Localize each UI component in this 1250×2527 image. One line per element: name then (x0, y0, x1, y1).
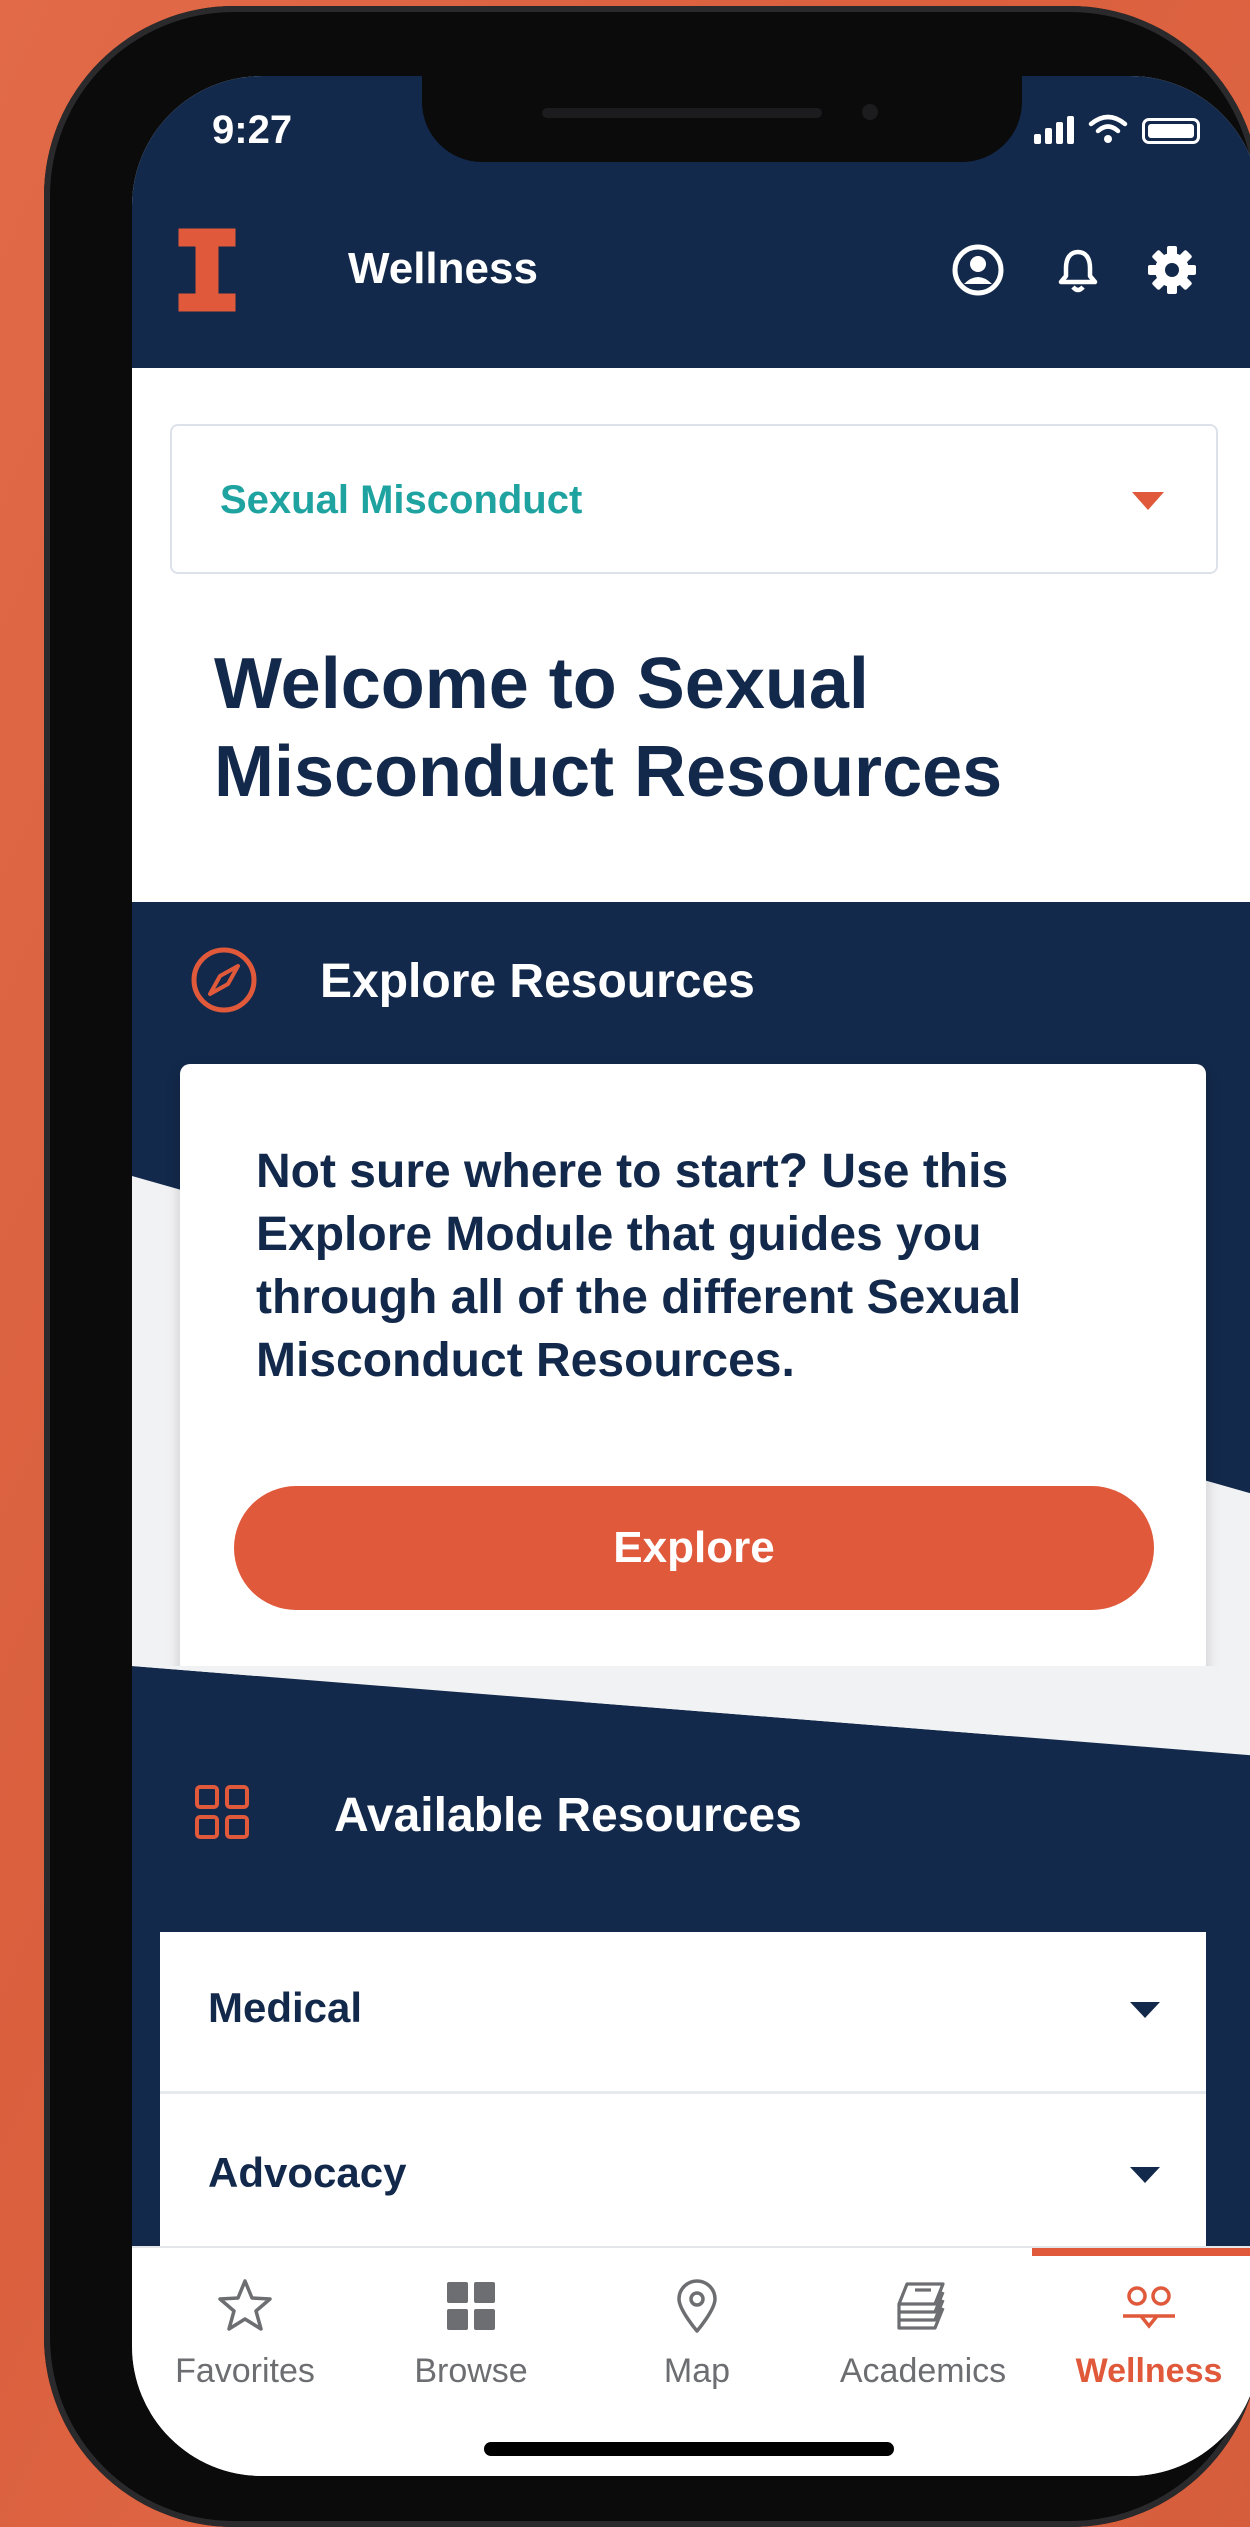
speaker-grille (542, 108, 822, 118)
category-dropdown-value: Sexual Misconduct (220, 478, 583, 522)
section-divider (132, 1666, 1250, 1766)
explore-section-title: Explore Resources (320, 955, 755, 1008)
resource-item-advocacy[interactable]: Advocacy (160, 2097, 1206, 2259)
phone-frame: 9:27 Wellness Sexual Misconduct Welcome … (44, 6, 1250, 2527)
battery-icon (1142, 118, 1200, 144)
people-icon (1123, 2286, 1175, 2329)
compass-icon (191, 947, 257, 1013)
map-pin-icon (677, 2279, 717, 2333)
cell-signal-icon (1034, 114, 1074, 144)
explore-button[interactable]: Explore (234, 1486, 1154, 1610)
tab-label: Map (663, 2352, 731, 2390)
tab-favorites[interactable]: Favorites (132, 2248, 358, 2476)
tab-label: Academics (839, 2352, 1007, 2390)
caret-down-icon (1130, 2167, 1160, 2183)
caret-down-icon (1132, 492, 1164, 510)
explore-description: Not sure where to start? Use this Explor… (256, 1145, 1022, 1387)
illinois-logo-icon (175, 225, 239, 315)
resource-item-label: Advocacy (208, 2149, 407, 2196)
header-title: Wellness (348, 244, 538, 293)
star-icon (218, 2279, 272, 2331)
settings-gear-icon[interactable] (1144, 242, 1200, 298)
notifications-bell-icon[interactable] (1050, 242, 1106, 298)
caret-down-icon (1130, 2002, 1160, 2018)
category-dropdown[interactable]: Sexual Misconduct (170, 424, 1218, 574)
status-icons (1034, 114, 1200, 144)
available-section-title: Available Resources (334, 1789, 802, 1842)
front-camera (862, 104, 878, 120)
tab-label: Favorites (175, 2352, 315, 2390)
tab-label: Browse (414, 2352, 528, 2390)
wifi-icon (1088, 114, 1128, 143)
welcome-heading: Welcome to Sexual Misconduct Resources (214, 644, 1003, 812)
explore-card: Not sure where to start? Use this Explor… (180, 1064, 1206, 1676)
resource-item-medical[interactable]: Medical (160, 1932, 1206, 2094)
grid-icon (195, 1785, 249, 1839)
home-indicator (484, 2442, 894, 2456)
tab-wellness[interactable]: Wellness (1036, 2248, 1250, 2476)
phone-notch (422, 76, 1022, 162)
resource-item-label: Medical (208, 1984, 363, 2031)
app-screen: 9:27 Wellness Sexual Misconduct Welcome … (132, 76, 1250, 2476)
books-icon (897, 2282, 945, 2330)
tab-label: Wellness (1075, 2352, 1223, 2390)
status-time: 9:27 (212, 108, 293, 152)
profile-icon[interactable] (950, 242, 1006, 298)
grid-icon (447, 2282, 495, 2330)
